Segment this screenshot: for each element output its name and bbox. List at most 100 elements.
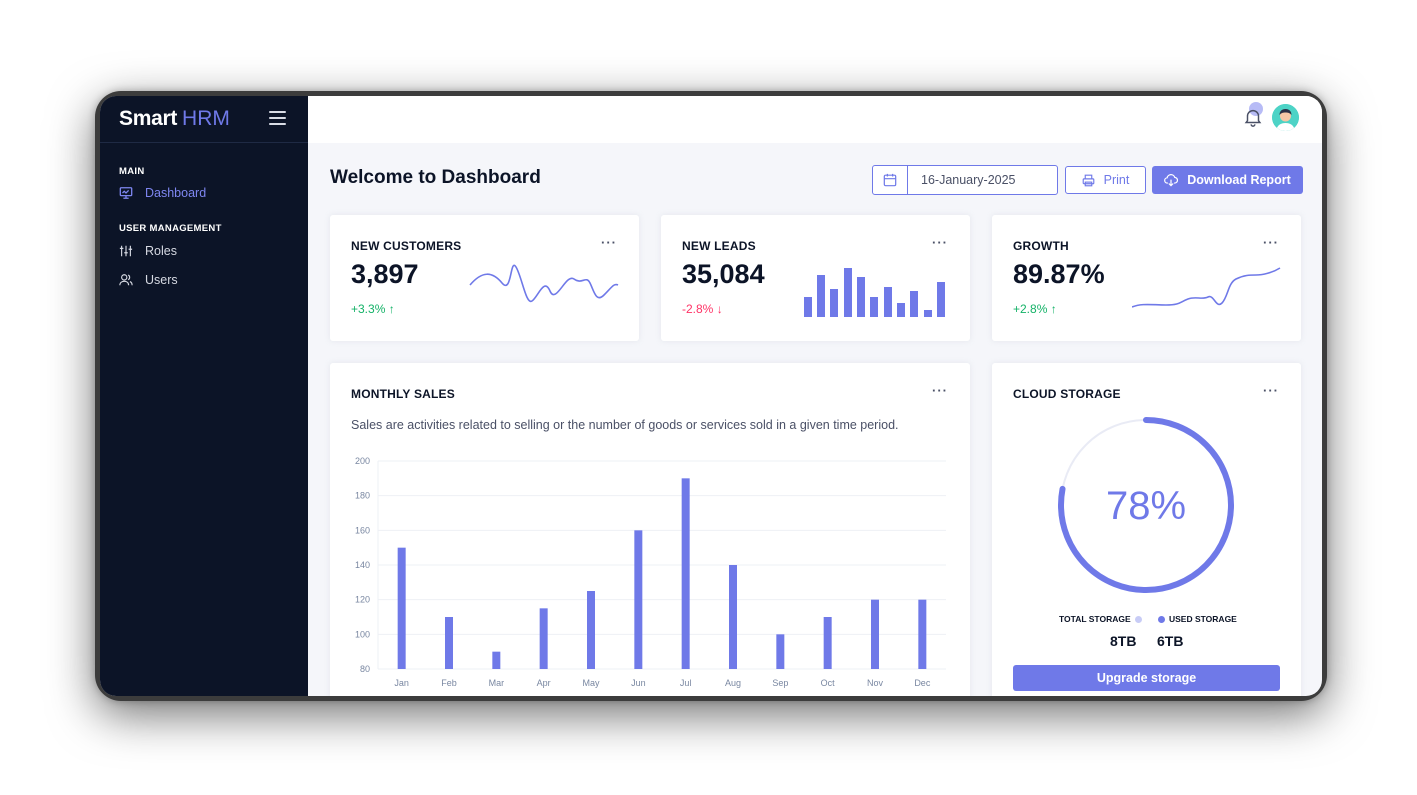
users-icon: [119, 274, 133, 286]
stat-change-value: -2.8%: [682, 302, 714, 316]
avatar[interactable]: [1272, 104, 1299, 131]
mini-bar: [844, 268, 852, 317]
arrow-down-icon: ↓: [716, 302, 723, 316]
sparkline-chart: [469, 264, 619, 302]
date-picker[interactable]: 16-January-2025: [872, 165, 1058, 195]
sales-bar-feb: [445, 617, 453, 669]
card-title: NEW CUSTOMERS: [351, 239, 462, 253]
download-label: Download Report: [1187, 173, 1291, 187]
sidebar-item-label: Roles: [145, 244, 177, 258]
x-tick-label: Aug: [725, 678, 741, 688]
sales-bar-apr: [539, 608, 548, 669]
storage-gauge: 78%: [1058, 417, 1234, 593]
stat-value: 35,084: [682, 259, 765, 289]
date-value[interactable]: 16-January-2025: [908, 166, 1016, 194]
stat-value: 3,897: [351, 259, 419, 289]
gauge-percent: 78%: [1106, 484, 1186, 528]
sidebar-item-label: Users: [145, 273, 178, 287]
nav-section-main: MAIN: [119, 166, 145, 177]
x-tick-label: Mar: [489, 678, 505, 688]
sidebar-item-label: Dashboard: [145, 186, 207, 200]
stat-change-value: +2.8%: [1013, 302, 1048, 316]
mini-bar: [870, 297, 878, 317]
x-tick-label: Jul: [680, 678, 692, 688]
mini-bar: [937, 282, 945, 317]
card-title: GROWTH: [1013, 239, 1069, 253]
sales-bar-oct: [823, 617, 832, 669]
sidebar-item-users[interactable]: Users: [100, 269, 308, 291]
monthly-sales-bar-chart: 80 100 120 140 160 180 200 Jan Feb Mar Apr May Jun Ju…: [355, 456, 946, 688]
y-tick-label: 140: [355, 560, 370, 570]
sales-bar-dec: [918, 599, 927, 669]
sales-bar-sep: [776, 634, 785, 669]
y-tick-label: 120: [355, 595, 370, 605]
total-storage-label: TOTAL STORAGE: [1059, 614, 1131, 624]
monitor-icon: [119, 187, 133, 199]
monthly-sales-card: MONTHLY SALES ··· Sales are activities r…: [330, 363, 970, 696]
mini-bar: [817, 275, 825, 317]
arrow-up-icon: ↑: [388, 302, 395, 316]
x-tick-label: Dec: [914, 678, 931, 688]
app-screen: Smart HRM MAIN Dashboard USER MANAGEMENT: [100, 96, 1322, 696]
print-button[interactable]: Print: [1065, 166, 1146, 194]
sales-bar-mar: [492, 651, 501, 669]
stat-change: +2.8% ↑: [1013, 302, 1057, 316]
y-tick-label: 180: [355, 491, 370, 501]
upgrade-storage-button[interactable]: Upgrade storage: [1013, 665, 1280, 691]
y-tick-label: 80: [360, 664, 370, 674]
total-storage-value: 8TB: [1110, 633, 1137, 649]
arrow-up-icon: ↑: [1050, 302, 1057, 316]
x-tick-label: Oct: [821, 678, 836, 688]
mini-bar: [830, 289, 838, 317]
printer-icon: [1082, 174, 1094, 186]
x-tick-label: May: [582, 678, 600, 688]
brand-name: Smart: [119, 107, 178, 130]
nav-section-user-management: USER MANAGEMENT: [119, 223, 222, 234]
x-tick-label: Apr: [537, 678, 551, 688]
sidebar-item-dashboard[interactable]: Dashboard: [100, 182, 308, 204]
sidebar-item-roles[interactable]: Roles: [100, 240, 308, 262]
sales-bar-aug: [729, 565, 737, 669]
used-storage-value: 6TB: [1157, 633, 1184, 649]
mini-bar: [804, 297, 812, 317]
growth-line-chart: [1132, 267, 1281, 308]
used-storage-legend: USED STORAGE: [1158, 614, 1237, 624]
card-title: NEW LEADS: [682, 239, 756, 253]
mini-bar: [910, 291, 918, 317]
stat-value: 89.87%: [1013, 259, 1105, 289]
mini-bar: [897, 303, 905, 317]
y-tick-label: 160: [355, 525, 370, 535]
bell-icon[interactable]: [1242, 106, 1264, 128]
device-frame: Smart HRM MAIN Dashboard USER MANAGEMENT: [95, 91, 1327, 701]
sales-bar-nov: [871, 599, 879, 669]
sales-bar-may: [587, 591, 595, 669]
legend-dot-used: [1158, 615, 1165, 623]
growth-line: [1132, 267, 1281, 308]
x-tick-label: Jun: [631, 678, 646, 688]
stage: Smart HRM MAIN Dashboard USER MANAGEMENT: [0, 0, 1417, 795]
mini-bar-chart: [804, 268, 945, 317]
mini-bar: [924, 310, 932, 317]
stat-card-new-customers: NEW CUSTOMERS ··· 3,897 +3.3% ↑: [330, 215, 639, 341]
mini-bar: [884, 287, 892, 317]
sidebar: Smart HRM MAIN Dashboard USER MANAGEMENT: [100, 96, 308, 696]
brand: Smart HRM: [100, 96, 308, 143]
page-title: Welcome to Dashboard: [330, 167, 541, 188]
more-options-icon[interactable]: ···: [932, 235, 948, 250]
menu-toggle-icon[interactable]: [269, 111, 286, 126]
print-label: Print: [1103, 173, 1130, 187]
calendar-icon[interactable]: [873, 166, 908, 194]
stat-change: -2.8% ↓: [682, 302, 723, 316]
cloud-download-icon: [1164, 174, 1179, 187]
stat-card-growth: GROWTH ··· 89.87% +2.8% ↑: [992, 215, 1301, 341]
sliders-icon: [119, 245, 133, 257]
main-content: Welcome to Dashboard 16-January-2025 Pri…: [308, 96, 1322, 696]
sales-bar-jun: [634, 530, 643, 669]
x-tick-label: Nov: [867, 678, 884, 688]
more-options-icon[interactable]: ···: [1263, 235, 1279, 250]
y-tick-label: 200: [355, 456, 370, 466]
topbar: [308, 96, 1322, 143]
download-report-button[interactable]: Download Report: [1152, 166, 1303, 194]
total-storage-legend: TOTAL STORAGE: [1059, 614, 1142, 624]
more-options-icon[interactable]: ···: [601, 235, 617, 250]
